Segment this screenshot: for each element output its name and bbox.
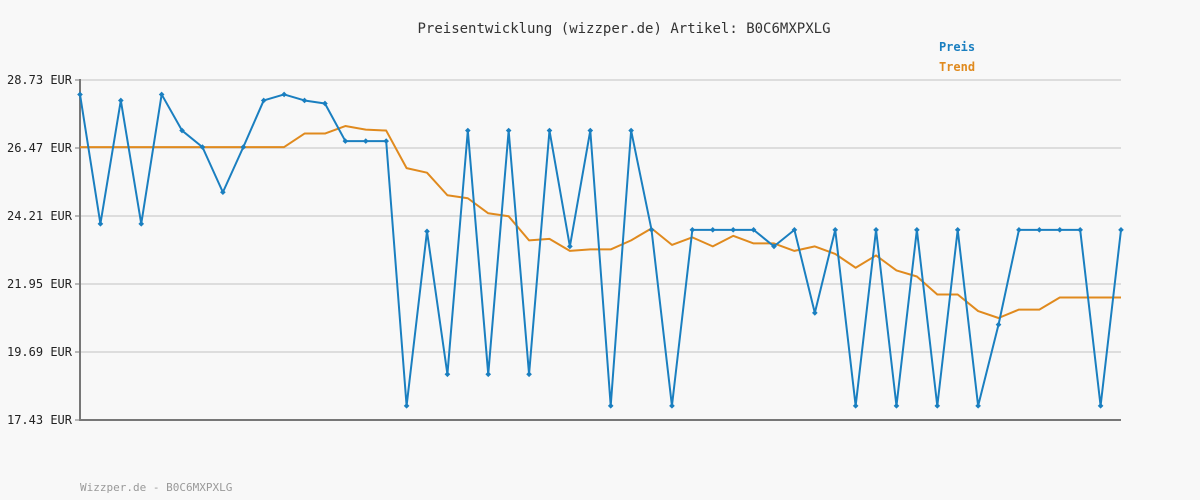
data-point bbox=[669, 403, 675, 409]
y-axis-ticks: 28.73 EUR 26.47 EUR 24.21 EUR 21.95 EUR 19.6… bbox=[7, 73, 80, 427]
data-point bbox=[301, 97, 308, 104]
footer-credit: Wizzper.de - B0C6MXPXLG bbox=[80, 481, 232, 494]
data-point bbox=[730, 227, 737, 233]
data-point bbox=[689, 227, 696, 233]
data-point bbox=[546, 127, 553, 134]
data-point bbox=[485, 371, 492, 378]
y-tick-label: 26.47 EUR bbox=[7, 141, 73, 155]
data-point bbox=[1097, 403, 1104, 409]
data-point bbox=[709, 227, 716, 233]
data-point bbox=[383, 138, 390, 144]
data-point bbox=[893, 403, 900, 409]
legend-entry-preis: Preis bbox=[939, 40, 975, 54]
y-tick-label: 19.69 EUR bbox=[7, 345, 73, 359]
data-point bbox=[464, 127, 471, 134]
data-point bbox=[1077, 227, 1084, 233]
data-point bbox=[138, 220, 145, 227]
grid-lines bbox=[80, 79, 1121, 353]
data-point bbox=[424, 228, 430, 235]
data-point bbox=[505, 127, 512, 134]
data-point bbox=[362, 138, 369, 144]
data-point bbox=[607, 403, 614, 409]
data-point bbox=[117, 97, 124, 104]
data-point bbox=[281, 91, 287, 98]
data-point bbox=[975, 403, 981, 409]
data-point bbox=[852, 403, 859, 409]
data-point bbox=[526, 371, 532, 378]
data-point bbox=[403, 403, 410, 409]
data-point bbox=[77, 91, 83, 98]
y-tick-label: 28.73 EUR bbox=[7, 73, 73, 87]
data-point bbox=[260, 97, 267, 104]
legend-entry-trend: Trend bbox=[939, 60, 975, 74]
data-point bbox=[914, 227, 920, 233]
data-point bbox=[1016, 227, 1022, 233]
series-group bbox=[77, 91, 1124, 409]
data-point bbox=[648, 227, 655, 233]
data-point bbox=[628, 127, 634, 134]
chart-canvas: Preisentwicklung (wizzper.de) Artikel: B… bbox=[7, 21, 1124, 494]
price-chart: Preisentwicklung (wizzper.de) Artikel: B… bbox=[0, 0, 1200, 500]
data-point bbox=[567, 243, 573, 250]
data-point bbox=[444, 371, 451, 378]
data-point bbox=[1118, 227, 1124, 233]
y-tick-label: 24.21 EUR bbox=[7, 209, 73, 223]
data-point bbox=[587, 127, 594, 134]
chart-title: Preisentwicklung (wizzper.de) Artikel: B… bbox=[417, 21, 830, 37]
data-point bbox=[1056, 227, 1063, 233]
data-point bbox=[832, 227, 839, 233]
y-tick-label: 17.43 EUR bbox=[7, 413, 73, 427]
data-point bbox=[811, 310, 818, 316]
data-point bbox=[97, 220, 104, 227]
data-point bbox=[873, 227, 879, 233]
data-point bbox=[954, 227, 961, 233]
data-point bbox=[995, 321, 1002, 328]
data-point bbox=[1036, 227, 1043, 233]
data-point bbox=[934, 403, 941, 409]
y-tick-label: 21.95 EUR bbox=[7, 277, 73, 291]
